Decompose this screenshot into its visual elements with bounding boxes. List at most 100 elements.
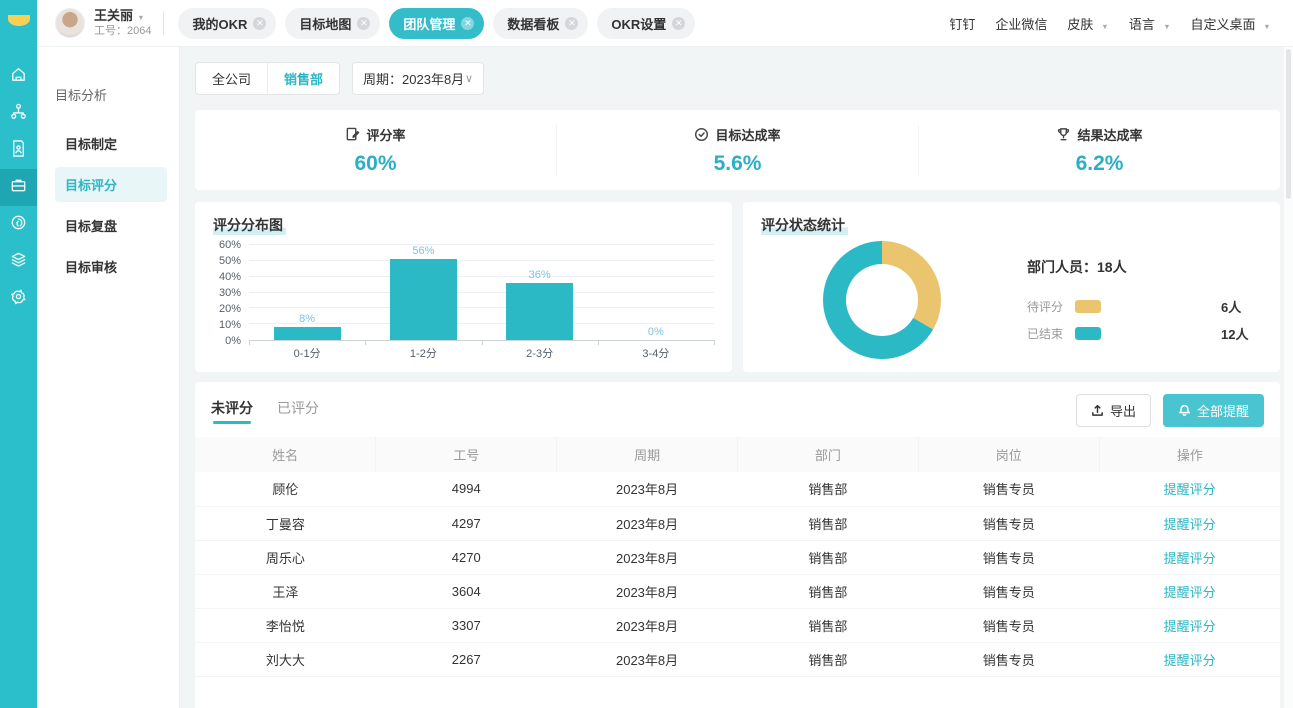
topbar-menu-3[interactable]: 语言 ▼ bbox=[1129, 14, 1171, 33]
table-row: 刘大大22672023年8月销售部销售专员提醒评分 bbox=[195, 642, 1280, 676]
table-cell: 销售部 bbox=[737, 506, 918, 540]
sidebar-item-1[interactable]: 目标评分 bbox=[55, 167, 167, 202]
fingerprint-icon bbox=[9, 213, 28, 237]
donut-ring bbox=[823, 241, 941, 359]
sidebar-item-0[interactable]: 目标制定 bbox=[55, 126, 167, 161]
remind-score-link[interactable]: 提醒评分 bbox=[1164, 653, 1216, 668]
topbar-menu-2[interactable]: 皮肤 ▼ bbox=[1067, 14, 1109, 33]
bar-column: 36% bbox=[482, 245, 598, 340]
y-axis-tick: 20% bbox=[219, 303, 241, 315]
table-row: 王泽36042023年8月销售部销售专员提醒评分 bbox=[195, 574, 1280, 608]
rail-item-gear[interactable] bbox=[0, 280, 37, 317]
remind-score-link[interactable]: 提醒评分 bbox=[1164, 517, 1216, 532]
vertical-scrollbar[interactable] bbox=[1284, 47, 1293, 708]
bar-chart-title: 评分分布图 bbox=[213, 215, 286, 235]
action-cell: 提醒评分 bbox=[1099, 574, 1280, 608]
action-cell: 提醒评分 bbox=[1099, 472, 1280, 506]
rail-item-layers[interactable] bbox=[0, 243, 37, 280]
workspace-tab-1[interactable]: 目标地图✕ bbox=[285, 8, 380, 39]
close-icon[interactable]: ✕ bbox=[672, 17, 685, 30]
donut-hole bbox=[846, 264, 918, 336]
workspace-tab-2[interactable]: 团队管理✕ bbox=[389, 8, 484, 39]
brand-logo[interactable] bbox=[0, 0, 37, 40]
remind-score-link[interactable]: 提醒评分 bbox=[1164, 585, 1216, 600]
close-icon[interactable]: ✕ bbox=[357, 17, 370, 30]
bar-value-label: 36% bbox=[529, 269, 551, 281]
stat-value: 5.6% bbox=[557, 152, 918, 176]
rail-item-briefcase[interactable] bbox=[0, 169, 37, 206]
remind-score-link[interactable]: 提醒评分 bbox=[1164, 619, 1216, 634]
sidebar-item-2[interactable]: 目标复盘 bbox=[55, 208, 167, 243]
bar[interactable] bbox=[390, 259, 457, 340]
bar[interactable] bbox=[506, 283, 573, 340]
scope-segmented-control: 全公司 销售部 bbox=[195, 62, 340, 95]
export-button[interactable]: 导出 bbox=[1076, 394, 1151, 427]
chevron-down-icon: ▼ bbox=[137, 13, 144, 22]
tab-scored[interactable]: 已评分 bbox=[277, 398, 319, 424]
table-cell: 3604 bbox=[376, 574, 557, 608]
table-cell: 2267 bbox=[376, 642, 557, 676]
bar-chart: 0%10%20%30%40%50%60% 8%56%36%0% bbox=[213, 245, 714, 341]
score-rate-icon bbox=[345, 127, 360, 142]
briefcase-icon bbox=[9, 176, 28, 200]
topbar-right-menu: 钉钉 企业微信 皮肤 ▼ 语言 ▼ 自定义桌面 ▼ bbox=[949, 14, 1271, 33]
remind-score-link[interactable]: 提醒评分 bbox=[1164, 551, 1216, 566]
table-cell: 4270 bbox=[376, 540, 557, 574]
scrollbar-thumb[interactable] bbox=[1286, 49, 1291, 199]
remind-score-link[interactable]: 提醒评分 bbox=[1164, 482, 1216, 497]
rail-item-fingerprint[interactable] bbox=[0, 206, 37, 243]
column-header: 工号 bbox=[376, 437, 557, 472]
topbar-menu-4[interactable]: 自定义桌面 ▼ bbox=[1190, 14, 1271, 33]
topbar-menu-0[interactable]: 钉钉 bbox=[949, 14, 975, 33]
remind-all-button[interactable]: 全部提醒 bbox=[1163, 394, 1264, 427]
user-avatar[interactable] bbox=[55, 8, 85, 38]
table-cell: 2023年8月 bbox=[557, 472, 738, 506]
table-cell: 4994 bbox=[376, 472, 557, 506]
legend-value: 6人 bbox=[1221, 297, 1241, 316]
close-icon[interactable]: ✕ bbox=[253, 17, 266, 30]
rail-item-document-user[interactable] bbox=[0, 132, 37, 169]
y-axis-tick: 0% bbox=[225, 335, 241, 347]
topbar-menu-1[interactable]: 企业微信 bbox=[995, 14, 1047, 33]
table-cell: 销售部 bbox=[737, 608, 918, 642]
x-axis-label: 0-1分 bbox=[249, 345, 365, 361]
legend-label: 已结束 bbox=[1027, 325, 1075, 342]
column-header: 岗位 bbox=[918, 437, 1099, 472]
close-icon[interactable]: ✕ bbox=[565, 17, 578, 30]
table-cell: 销售专员 bbox=[918, 506, 1099, 540]
stat-value: 6.2% bbox=[919, 152, 1280, 176]
y-axis-tick: 50% bbox=[219, 255, 241, 267]
bell-icon bbox=[1178, 404, 1191, 417]
period-dropdown[interactable]: 周期：2023年8月 ∨ bbox=[352, 62, 484, 95]
table-cell: 销售部 bbox=[737, 540, 918, 574]
stat-label: 评分率 bbox=[366, 125, 405, 144]
bar-value-label: 0% bbox=[648, 326, 664, 338]
rail-item-org-chart[interactable] bbox=[0, 95, 37, 132]
workspace-tab-0[interactable]: 我的OKR✕ bbox=[178, 8, 276, 39]
donut-chart-title: 评分状态统计 bbox=[761, 215, 848, 235]
user-info[interactable]: 王关丽▼ 工号：2064 bbox=[94, 8, 151, 39]
workspace-tab-3[interactable]: 数据看板 ✕ bbox=[493, 8, 588, 39]
bar[interactable] bbox=[274, 327, 341, 340]
rail-item-home[interactable] bbox=[0, 58, 37, 95]
period-value: 周期：2023年8月 bbox=[363, 69, 464, 88]
table-cell: 销售专员 bbox=[918, 608, 1099, 642]
workspace-tab-4[interactable]: OKR设置✕ bbox=[597, 8, 695, 39]
sidebar-item-3[interactable]: 目标审核 bbox=[55, 249, 167, 284]
column-header: 周期 bbox=[557, 437, 738, 472]
chevron-down-icon: ∨ bbox=[465, 72, 473, 85]
sidebar: 目标分析 目标制定目标评分目标复盘目标审核 bbox=[37, 47, 180, 708]
scope-option-sales-dept[interactable]: 销售部 bbox=[268, 63, 339, 94]
close-icon[interactable]: ✕ bbox=[461, 17, 474, 30]
score-table: 姓名工号周期部门岗位操作 顾伦49942023年8月销售部销售专员提醒评分丁曼容… bbox=[195, 437, 1280, 677]
tab-label: 数据看板 bbox=[507, 14, 559, 33]
x-axis-tick bbox=[482, 340, 483, 345]
export-icon bbox=[1091, 404, 1104, 417]
scope-option-all-company[interactable]: 全公司 bbox=[196, 63, 267, 94]
legend-row-0: 待评分6人 bbox=[1027, 297, 1248, 316]
x-axis-tick bbox=[598, 340, 599, 345]
stat-label: 结果达成率 bbox=[1077, 125, 1142, 144]
table-cell: 刘大大 bbox=[195, 642, 376, 676]
tab-not-scored[interactable]: 未评分 bbox=[211, 398, 253, 424]
column-header: 操作 bbox=[1099, 437, 1280, 472]
